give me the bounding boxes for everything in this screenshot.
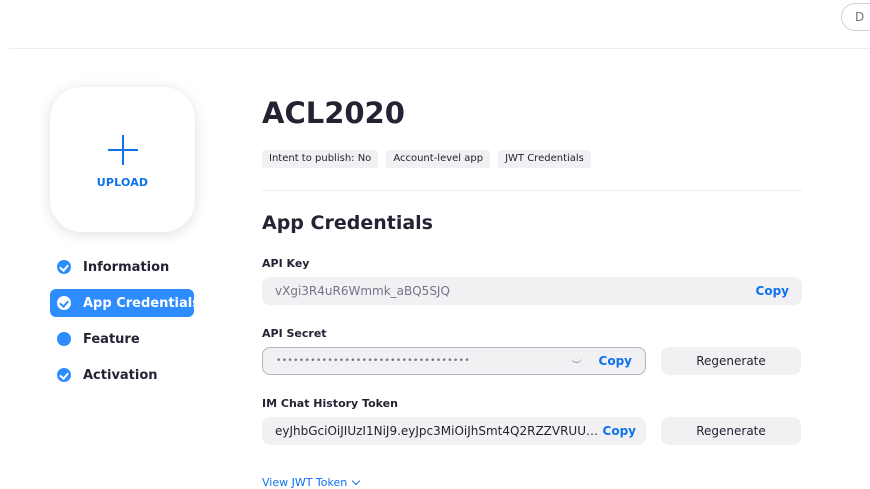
- tag-jwt-credentials: JWT Credentials: [498, 150, 591, 168]
- api-key-field: vXgi3R4uR6Wmmk_aBQ5SJQ Copy: [262, 277, 802, 305]
- circle-icon: [57, 332, 71, 346]
- api-secret-regenerate-button[interactable]: Regenerate: [661, 347, 801, 375]
- api-key-label: API Key: [262, 257, 310, 270]
- check-circle-icon: [57, 368, 71, 382]
- app-tags: Intent to publish: No Account-level app …: [262, 150, 591, 168]
- header-divider: [9, 48, 870, 49]
- section-title: App Credentials: [262, 212, 433, 234]
- tag-account-level: Account-level app: [386, 150, 491, 168]
- sidebar-item-feature[interactable]: Feature: [50, 325, 140, 353]
- sidebar-item-label: Activation: [83, 367, 158, 383]
- view-jwt-token-label: View JWT Token: [262, 476, 348, 489]
- sidebar-item-activation[interactable]: Activation: [50, 361, 158, 389]
- upload-label: UPLOAD: [96, 176, 149, 189]
- section-divider: [262, 190, 802, 191]
- api-secret-field: •••••••••••••••••••••••••••••••••• Copy: [262, 347, 646, 375]
- eye-closed-icon[interactable]: [569, 357, 585, 365]
- im-token-copy-button[interactable]: Copy: [603, 424, 636, 438]
- view-jwt-token-link[interactable]: View JWT Token: [262, 476, 361, 489]
- api-key-value: vXgi3R4uR6Wmmk_aBQ5SJQ: [275, 284, 450, 298]
- top-right-button[interactable]: D: [841, 3, 870, 31]
- chevron-down-icon: [351, 476, 361, 485]
- plus-icon: [108, 135, 138, 165]
- api-key-copy-button[interactable]: Copy: [756, 284, 789, 298]
- api-secret-copy-button[interactable]: Copy: [599, 354, 632, 368]
- api-secret-value: ••••••••••••••••••••••••••••••••••: [276, 356, 471, 366]
- sidebar-item-app-credentials[interactable]: App Credentials: [50, 289, 200, 317]
- upload-button[interactable]: UPLOAD: [50, 87, 195, 232]
- im-token-label: IM Chat History Token: [262, 397, 398, 410]
- sidebar-item-label: App Credentials: [83, 295, 200, 311]
- check-circle-icon: [57, 296, 71, 310]
- check-circle-icon: [57, 260, 71, 274]
- sidebar-item-label: Information: [83, 259, 170, 275]
- im-token-regenerate-button[interactable]: Regenerate: [661, 417, 801, 445]
- tag-intent-to-publish: Intent to publish: No: [262, 150, 379, 168]
- im-token-field: eyJhbGciOiJIUzI1NiJ9.eyJpc3MiOiJhSmt4Q2R…: [262, 417, 646, 445]
- page-title: ACL2020: [262, 96, 405, 130]
- sidebar-item-label: Feature: [83, 331, 140, 347]
- im-token-value: eyJhbGciOiJIUzI1NiJ9.eyJpc3MiOiJhSmt4Q2R…: [275, 424, 603, 438]
- sidebar-item-information[interactable]: Information: [50, 253, 169, 281]
- api-secret-label: API Secret: [262, 327, 327, 340]
